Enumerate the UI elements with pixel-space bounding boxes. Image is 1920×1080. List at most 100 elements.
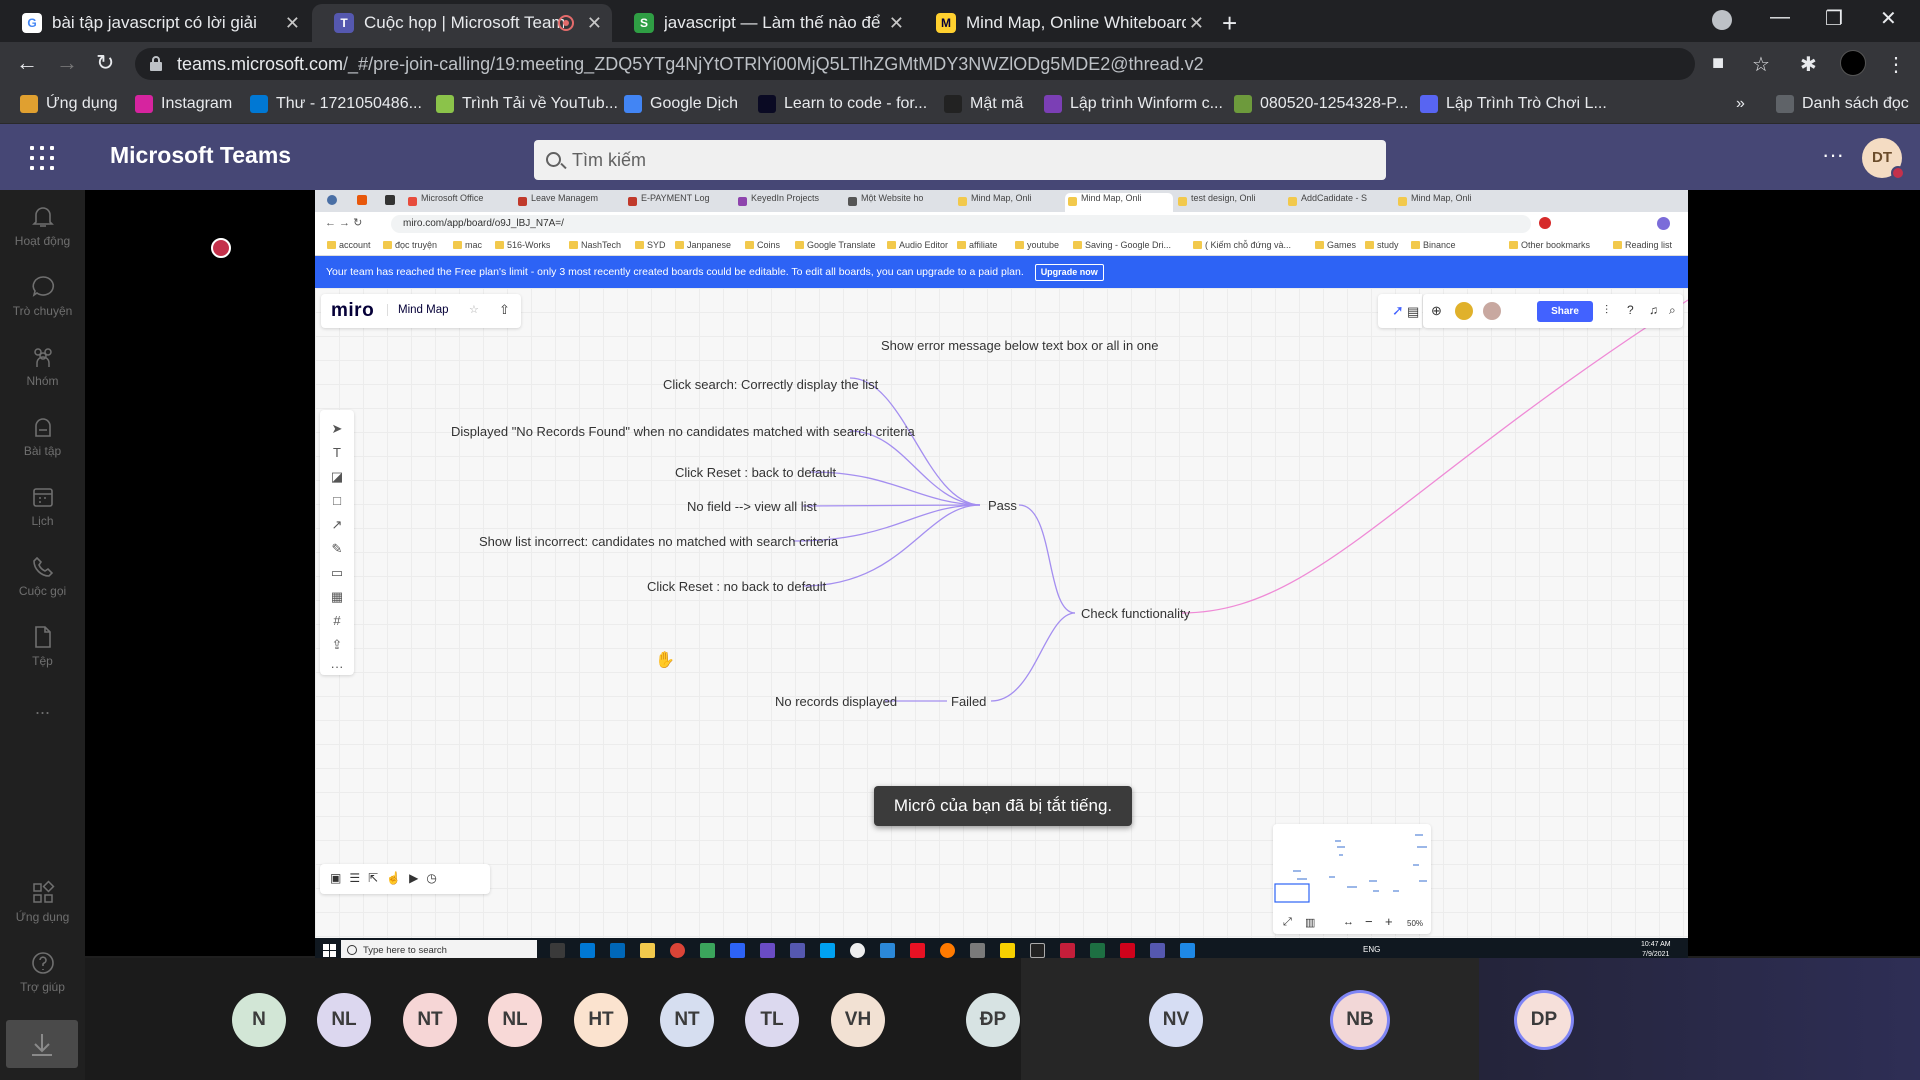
participant-avatar[interactable]: NV [1149, 993, 1203, 1047]
star-icon: ☆ [469, 304, 479, 316]
connector-tool-icon: ↗ [331, 517, 343, 532]
bookmark-file[interactable]: 080520-1254328-P... [1234, 95, 1408, 113]
rail-item-calendar[interactable]: Lịch [0, 484, 85, 528]
browser-tab-stackoverflow[interactable]: S javascript — Làm thế nào để tìm ✕ [612, 4, 914, 42]
download-button[interactable] [6, 1020, 78, 1068]
comment-tool-icon: ▭ [330, 565, 344, 580]
text-tool-icon: T [333, 445, 341, 460]
bookmark-password[interactable]: Mật mã [944, 95, 1023, 113]
bookmark-youtube-downloader[interactable]: Trình Tải về YouTub... [436, 95, 618, 113]
rail-item-calls[interactable]: Cuộc gọi [0, 554, 85, 598]
bookmark-label: Thư - 1721050486... [276, 95, 422, 112]
bookmark-outlook[interactable]: Thư - 1721050486... [250, 95, 422, 113]
shared-brave-icon [357, 195, 367, 205]
bookmark-winform[interactable]: Lập trình Winform c... [1044, 95, 1223, 113]
close-tab-icon[interactable]: ✕ [889, 13, 904, 34]
tab-search-icon[interactable] [1712, 10, 1732, 30]
close-tab-icon[interactable]: ✕ [1189, 13, 1204, 34]
browser-tab-teams[interactable]: T Cuộc họp | Microsoft Teams ✕ [312, 4, 612, 42]
participant-avatar[interactable]: ĐP [966, 993, 1020, 1047]
close-tab-icon[interactable]: ✕ [285, 13, 300, 34]
participant-avatar[interactable]: NT [403, 993, 457, 1047]
rail-item-files[interactable]: Tệp [0, 624, 85, 668]
more-icon: ... [34, 698, 50, 718]
participant-avatar[interactable]: VH [831, 993, 885, 1047]
bookmark-instagram[interactable]: Instagram [135, 95, 232, 113]
rail-item-teams[interactable]: Nhóm [0, 344, 85, 388]
address-bar[interactable]: teams.microsoft.com/_#/pre-join-calling/… [135, 48, 1695, 80]
bookmark-label: Learn to code - for... [784, 95, 928, 112]
participant-avatar[interactable]: NL [317, 993, 371, 1047]
node-check-functionality: Check functionality [1081, 606, 1191, 621]
clock-time: 10:47 AM [1641, 941, 1671, 948]
rail-item-activity[interactable]: Hoạt động [0, 204, 85, 248]
app-taskbar-icon [1180, 943, 1195, 958]
sticky-notes-taskbar-icon [1000, 943, 1015, 958]
minimize-icon[interactable]: — [1770, 6, 1790, 29]
participant-avatar[interactable]: HT [574, 993, 628, 1047]
chrome-menu-icon[interactable]: ⋮ [1886, 52, 1906, 77]
url-host: teams.microsoft.com [177, 54, 344, 74]
zoom-level: 50% [1407, 919, 1424, 928]
forward-icon[interactable]: → [56, 50, 78, 76]
bookmarks-overflow-icon[interactable]: » [1736, 95, 1745, 113]
participant-avatar[interactable]: NT [660, 993, 714, 1047]
extensions-icon[interactable]: ✱ [1800, 52, 1817, 77]
participant-avatar[interactable]: NB [1333, 993, 1387, 1047]
miro-logo: miro [331, 300, 375, 321]
app-taskbar-icon [730, 943, 745, 958]
bookmark-apps[interactable]: Ứng dụng [20, 95, 118, 113]
participant-avatar[interactable]: N [232, 993, 286, 1047]
key-icon [944, 95, 962, 113]
shared-tab: Microsoft Office [405, 193, 513, 212]
browser-tab-miro[interactable]: M Mind Map, Online Whiteboard fo ✕ [914, 4, 1214, 42]
more-options-icon[interactable]: ··· [1822, 142, 1844, 168]
bell-icon [31, 207, 54, 227]
filezilla-taskbar-icon [910, 943, 925, 958]
close-window-icon[interactable]: ✕ [1880, 6, 1897, 31]
upgrade-now-button: Upgrade now [1034, 263, 1104, 281]
back-icon[interactable]: ← [16, 50, 38, 76]
shared-tab-icon [385, 195, 395, 205]
bookmark-google-translate[interactable]: Google Dịch [624, 95, 738, 113]
participant-avatar[interactable]: TL [745, 993, 799, 1047]
camera-icon[interactable]: ■ [1712, 52, 1724, 75]
rail-item-apps[interactable]: Ứng dụng [0, 880, 85, 924]
rail-item-assignments[interactable]: Bài tập [0, 414, 85, 458]
search-input[interactable]: Tìm kiếm [534, 140, 1386, 180]
reload-icon[interactable]: ↻ [96, 50, 114, 76]
reading-list[interactable]: Danh sách đọc [1776, 95, 1909, 113]
rail-label: Nhóm [26, 374, 59, 388]
shared-url: miro.com/app/board/o9J_lBJ_N7A=/ [391, 215, 1531, 233]
rail-label: Bài tập [23, 444, 62, 458]
new-tab-icon[interactable]: + [1222, 8, 1237, 39]
rail-item-chat[interactable]: Trò chuyện [0, 274, 85, 318]
chat-icon [32, 276, 54, 297]
participant-avatar[interactable]: NL [488, 993, 542, 1047]
banner-text: Your team has reached the Free plan's li… [326, 266, 1024, 278]
rail-item-help[interactable]: Trợ giúp [0, 950, 85, 994]
hand-cursor-icon: ✋ [655, 652, 675, 669]
restore-icon[interactable]: ❐ [1825, 6, 1843, 31]
bookmark-star-icon[interactable]: ☆ [1752, 52, 1770, 77]
browser-tab-google[interactable]: G bài tập javascript có lời giải - Tìm ✕ [0, 4, 310, 42]
rail-item-more[interactable]: ... [0, 698, 85, 719]
share-button: Share [1537, 301, 1593, 322]
apps-grid-icon [20, 95, 38, 113]
map-icon: ▥ [1305, 917, 1316, 929]
tab-title: Cuộc họp | Microsoft Teams [364, 13, 564, 32]
participant-avatar[interactable]: DP [1517, 993, 1571, 1047]
bookmark-game-programming[interactable]: Lập Trình Trò Chơi L... [1420, 95, 1607, 113]
shared-tab: E-PAYMENT Log [625, 193, 733, 212]
left-rail: Hoạt động Trò chuyện Nhóm Bài tập Lịch C… [0, 190, 85, 1080]
app-launcher-icon[interactable] [30, 146, 54, 170]
profile-avatar[interactable] [1840, 50, 1866, 76]
bookmark-freecodecamp[interactable]: Learn to code - for... [758, 95, 927, 113]
shared-bookmarks-bar: account đọc truyện mac 516-Works NashTec… [315, 236, 1688, 256]
bookmark-label: Trình Tải về YouTub... [462, 95, 618, 112]
rail-label: Hoạt động [14, 234, 71, 248]
close-tab-icon[interactable]: ✕ [587, 13, 602, 34]
shared-tab: test design, Onli [1175, 193, 1283, 212]
bookmark-label: Instagram [161, 95, 233, 112]
frame-tool-icon: # [333, 613, 341, 628]
